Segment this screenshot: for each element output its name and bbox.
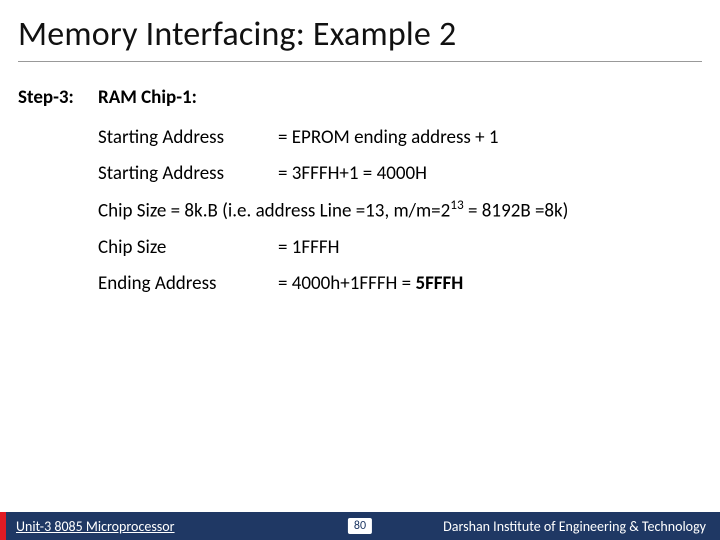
row-starting-address-1: Starting Address = EPROM ending address … — [98, 120, 702, 156]
value-part-a: = 4000h+1FFFH = — [278, 272, 415, 295]
row-chip-size: Chip Size = 1FFFH — [98, 230, 702, 266]
label: Chip Size — [98, 230, 278, 266]
label: Starting Address — [98, 156, 278, 192]
footer-page-number: 80 — [348, 518, 372, 534]
value: = EPROM ending address + 1 — [278, 120, 702, 156]
row-starting-address-2: Starting Address = 3FFFH+1 = 4000H — [98, 156, 702, 192]
footer: Unit-3 8085 Microprocessor 80 Darshan In… — [0, 512, 720, 540]
slide: Memory Interfacing: Example 2 Step-3: RA… — [0, 0, 720, 540]
row-ending-address: Ending Address = 4000h+1FFFH = 5FFFH — [98, 266, 702, 302]
value: = 1FFFH — [278, 230, 702, 266]
row-chip-size-calc: Chip Size = 8k.B (i.e. address Line =13,… — [98, 192, 702, 229]
value-part-b: 5FFFH — [415, 272, 463, 295]
slide-body: Step-3: RAM Chip-1: Starting Address = E… — [18, 80, 702, 302]
step-label: Step-3: — [18, 80, 86, 116]
superscript: 13 — [450, 196, 463, 213]
text-part-b: = 8192B =8k) — [464, 200, 569, 223]
label: Starting Address — [98, 120, 278, 156]
text-part-a: Chip Size = 8k.B (i.e. address Line =13,… — [98, 200, 450, 223]
value: = 3FFFH+1 = 4000H — [278, 156, 702, 192]
label: Ending Address — [98, 266, 278, 302]
step-heading: RAM Chip-1: — [98, 80, 197, 116]
footer-institute: Darshan Institute of Engineering & Techn… — [443, 518, 720, 535]
content-block: Starting Address = EPROM ending address … — [98, 120, 702, 302]
value: = 4000h+1FFFH = 5FFFH — [278, 266, 702, 302]
footer-unit: Unit-3 8085 Microprocessor — [6, 518, 175, 535]
slide-title: Memory Interfacing: Example 2 — [18, 12, 702, 62]
step-row: Step-3: RAM Chip-1: — [18, 80, 702, 116]
